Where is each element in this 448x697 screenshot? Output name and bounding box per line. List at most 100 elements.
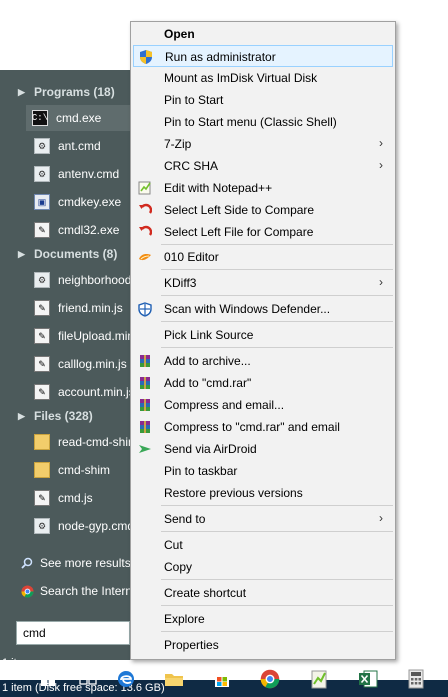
search-input-value: cmd [23, 626, 46, 640]
see-more-results[interactable]: See more results [0, 550, 134, 576]
menu-item-kdiff3[interactable]: KDiff3 › [133, 272, 393, 294]
result-item[interactable]: ⚙ node-gyp.cmd [28, 513, 134, 539]
chrome-icon[interactable] [256, 664, 284, 694]
menu-item-label: Add to "cmd.rar" [164, 376, 252, 390]
menu-separator [161, 579, 393, 580]
menu-item-send-to[interactable]: Send to › [133, 508, 393, 530]
menu-item-label: Pin to Start [164, 93, 224, 107]
menu-separator [161, 505, 393, 506]
menu-item-open[interactable]: Open [133, 23, 393, 45]
notepad-plus-plus-icon[interactable] [305, 664, 333, 694]
result-item[interactable]: read-cmd-shim [28, 429, 134, 455]
menu-item-label: Scan with Windows Defender... [164, 302, 331, 316]
chevron-right-icon: ▶ [18, 410, 25, 421]
start-menu-panel: ▶ Programs (18) C:\ cmd.exe ⚙ ant.cmd ⚙ … [0, 70, 140, 660]
menu-item-label: Open [164, 27, 195, 41]
menu-item-edit-notepad-plus-plus[interactable]: Edit with Notepad++ [133, 177, 393, 199]
exe-icon: ▣ [34, 194, 50, 210]
menu-item-label: Copy [164, 560, 193, 574]
exe-icon: ✎ [34, 222, 50, 238]
file-explorer-icon[interactable] [160, 664, 188, 694]
menu-item-add-to-cmd-rar[interactable]: Add to "cmd.rar" [133, 372, 393, 394]
result-item[interactable]: ▣ cmdkey.exe [28, 189, 134, 215]
result-item[interactable]: ✎ calllog.min.js [28, 351, 134, 377]
menu-separator [161, 295, 393, 296]
store-icon[interactable] [208, 664, 236, 694]
result-item[interactable]: ✎ friend.min.js [28, 295, 134, 321]
menu-item-run-as-administrator[interactable]: Run as administrator [133, 45, 393, 67]
menu-item-label: Run as administrator [165, 50, 276, 64]
result-item[interactable]: C:\ cmd.exe [26, 105, 134, 131]
menu-item-select-left-file-compare[interactable]: Select Left File for Compare [133, 221, 393, 243]
result-item[interactable]: ✎ cmdl32.exe [28, 217, 134, 243]
menu-separator [161, 531, 393, 532]
menu-item-label: Explore [164, 612, 205, 626]
section-header-documents[interactable]: ▶ Documents (8) [0, 243, 134, 265]
section-title: Documents (8) [34, 247, 118, 261]
menu-item-compress-and-email[interactable]: Compress and email... [133, 394, 393, 416]
menu-item-pin-to-start[interactable]: Pin to Start [133, 89, 393, 111]
menu-item-mount-imdisk[interactable]: Mount as ImDisk Virtual Disk [133, 67, 393, 89]
section-header-files[interactable]: ▶ Files (328) [0, 405, 134, 427]
section-title: Files (328) [34, 409, 93, 423]
menu-item-label: Create shortcut [164, 586, 247, 600]
menu-item-restore-previous-versions[interactable]: Restore previous versions [133, 482, 393, 504]
menu-item-cut[interactable]: Cut [133, 534, 393, 556]
menu-item-scan-defender[interactable]: Scan with Windows Defender... [133, 298, 393, 320]
menu-item-label: Send to [164, 512, 206, 526]
section-header-programs[interactable]: ▶ Programs (18) [0, 81, 134, 103]
menu-item-010-editor[interactable]: 010 Editor [133, 246, 393, 268]
calculator-icon[interactable] [402, 664, 430, 694]
result-label: friend.min.js [58, 301, 123, 315]
menu-item-crc-sha[interactable]: CRC SHA › [133, 155, 393, 177]
result-item[interactable]: ⚙ neighborhood [28, 267, 134, 293]
menu-item-pick-link-source[interactable]: Pick Link Source [133, 324, 393, 346]
search-internet[interactable]: Search the Internet [0, 578, 134, 604]
menu-item-label: Select Left Side to Compare [164, 203, 315, 217]
task-view-icon[interactable] [74, 664, 102, 694]
menu-item-7zip[interactable]: 7-Zip › [133, 133, 393, 155]
menu-item-label: 010 Editor [164, 250, 219, 264]
menu-item-compress-to-cmd-rar-email[interactable]: Compress to "cmd.rar" and email [133, 416, 393, 438]
result-label: cmd-shim [58, 463, 111, 477]
see-more-label: See more results [40, 556, 131, 570]
search-input[interactable]: cmd [16, 621, 130, 645]
result-item[interactable]: cmd-shim [28, 457, 134, 483]
result-item[interactable]: ⚙ ant.cmd [28, 133, 134, 159]
windows-start-icon[interactable] [34, 664, 62, 694]
menu-item-create-shortcut[interactable]: Create shortcut [133, 582, 393, 604]
menu-item-label: Pin to Start menu (Classic Shell) [164, 115, 337, 129]
result-item[interactable]: ⚙ antenv.cmd [28, 161, 134, 187]
chevron-right-icon: ▶ [18, 248, 25, 259]
menu-item-select-left-side-compare[interactable]: Select Left Side to Compare [133, 199, 393, 221]
menu-item-send-via-airdroid[interactable]: Send via AirDroid [133, 438, 393, 460]
result-label: ant.cmd [58, 139, 101, 153]
result-label: cmd.js [58, 491, 93, 505]
menu-separator [161, 244, 393, 245]
menu-item-add-to-archive[interactable]: Add to archive... [133, 350, 393, 372]
folder-icon [34, 434, 50, 450]
menu-item-label: Edit with Notepad++ [164, 181, 273, 195]
menu-item-copy[interactable]: Copy [133, 556, 393, 578]
search-internet-label: Search the Internet [40, 584, 134, 598]
menu-item-label: Select Left File for Compare [164, 225, 314, 239]
js-file-icon: ✎ [34, 356, 50, 372]
cmd-script-icon: ⚙ [34, 272, 50, 288]
excel-icon[interactable] [354, 664, 382, 694]
winrar-icon [137, 397, 153, 413]
result-label: node-gyp.cmd [58, 519, 134, 533]
menu-item-pin-to-taskbar[interactable]: Pin to taskbar [133, 460, 393, 482]
menu-item-explore[interactable]: Explore [133, 608, 393, 630]
menu-item-label: Cut [164, 538, 183, 552]
result-label: account.min.js [58, 385, 134, 399]
chevron-right-icon: ▶ [18, 86, 25, 97]
menu-item-properties[interactable]: Properties [133, 634, 393, 656]
result-item[interactable]: ✎ account.min.js [28, 379, 134, 405]
winrar-icon [137, 375, 153, 391]
menu-item-pin-classic-shell[interactable]: Pin to Start menu (Classic Shell) [133, 111, 393, 133]
edge-icon[interactable] [112, 664, 140, 694]
result-item[interactable]: ✎ cmd.js [28, 485, 134, 511]
result-item[interactable]: ✎ fileUpload.min [28, 323, 134, 349]
menu-separator [161, 631, 393, 632]
chrome-icon [20, 584, 34, 598]
